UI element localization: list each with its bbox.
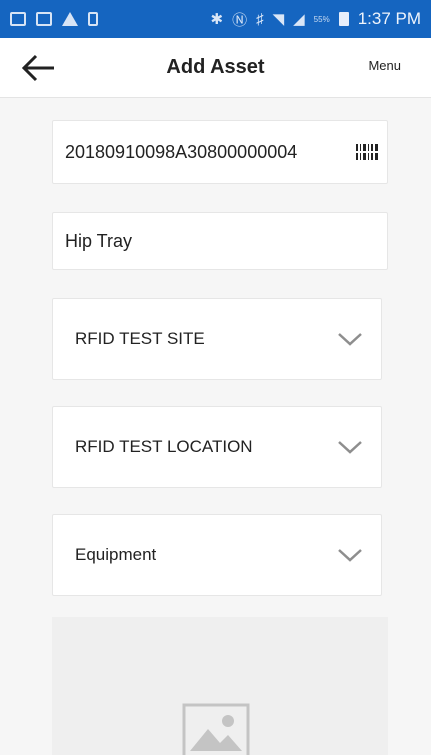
app-header: Add Asset Menu — [0, 38, 431, 98]
signal-icon: ◢ — [293, 11, 305, 28]
page-title: Add Asset — [166, 56, 265, 78]
status-bar: ✱ Ⓝ ♯ ◥ ◢ 55% 1:37 PM — [0, 0, 431, 38]
battery-icon — [338, 12, 349, 26]
status-right-icons: ✱ Ⓝ ♯ ◥ ◢ 55% 1:37 PM — [210, 9, 421, 30]
mute-icon: ♯ — [256, 10, 264, 28]
asset-id-field[interactable]: 20180910098A30800000004 — [52, 120, 388, 184]
chevron-down-icon — [338, 441, 362, 454]
wifi-icon: ◥ — [272, 11, 285, 28]
location-select[interactable]: RFID TEST LOCATION — [52, 406, 382, 488]
bluetooth-icon: ✱ — [210, 11, 224, 28]
asset-name-field[interactable]: Hip Tray — [52, 212, 388, 270]
asset-name-value: Hip Tray — [65, 230, 133, 251]
barcode-scan-icon[interactable] — [355, 143, 379, 161]
chevron-down-icon — [338, 333, 362, 346]
lock-icon — [88, 12, 98, 26]
category-select-value: Equipment — [75, 545, 157, 564]
image-icon — [182, 703, 250, 755]
battery-percent: 55% — [313, 14, 330, 24]
drive-icon — [62, 12, 78, 26]
status-time: 1:37 PM — [357, 9, 421, 28]
category-select[interactable]: Equipment — [52, 514, 382, 596]
chevron-down-icon — [338, 549, 362, 562]
message-icon — [10, 12, 26, 26]
site-select-value: RFID TEST SITE — [75, 329, 205, 348]
status-left-icons — [10, 12, 98, 26]
asset-image-placeholder[interactable] — [52, 617, 388, 755]
nfc-icon: Ⓝ — [232, 11, 248, 29]
location-select-value: RFID TEST LOCATION — [75, 437, 253, 456]
site-select[interactable]: RFID TEST SITE — [52, 298, 382, 380]
menu-button[interactable]: Menu — [368, 58, 401, 73]
asset-id-value: 20180910098A30800000004 — [65, 141, 298, 162]
gallery-icon — [36, 12, 52, 26]
